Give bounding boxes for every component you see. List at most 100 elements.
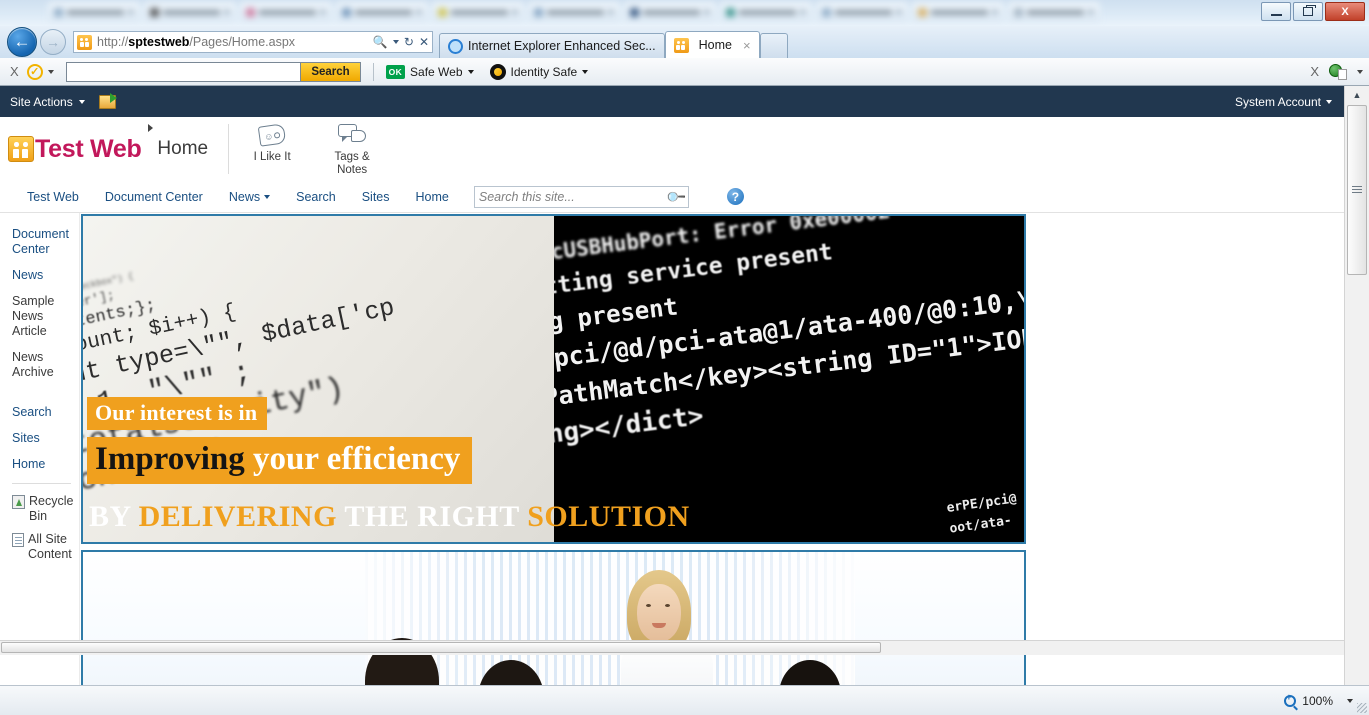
user-menu[interactable]: System Account — [1235, 95, 1332, 109]
sidebar-item-news-archive[interactable]: News Archive — [12, 350, 79, 380]
sidebar-item-sites[interactable]: Sites — [12, 431, 79, 446]
chevron-down-icon — [467, 69, 474, 74]
norton-search-button[interactable]: Search — [300, 62, 360, 81]
chevron-down-icon[interactable] — [1347, 698, 1353, 703]
sharepoint-page: Site Actions System Account Test Web Hom… — [0, 86, 1344, 685]
close-icon[interactable]: ✕ — [419, 35, 429, 49]
chevron-down-icon[interactable] — [392, 40, 399, 44]
topnav-item-document-center[interactable]: Document Center — [92, 190, 216, 204]
main-content: == "checkbox") { number']; contents;}; $… — [80, 213, 1344, 685]
site-header: Test Web Home ☺ I Like It Tags & Notes — [0, 117, 1344, 181]
close-button[interactable]: X — [1325, 2, 1365, 21]
tab-ie-enhanced-security[interactable]: Internet Explorer Enhanced Sec... — [439, 33, 665, 58]
sidebar-item-home[interactable]: Home — [12, 457, 79, 472]
vertical-scrollbar[interactable]: ▲ — [1344, 86, 1369, 685]
banner-paper-photo: == "checkbox") { number']; contents;}; $… — [83, 216, 573, 542]
sidebar-item-all-site-content[interactable]: All Site Content — [12, 532, 79, 562]
search-icon[interactable]: 🔍 — [373, 35, 388, 49]
tab-bar: Internet Explorer Enhanced Sec... Home × — [439, 26, 788, 58]
zoom-level: 100% — [1302, 693, 1333, 708]
url-path: /Pages/Home.aspx — [189, 35, 296, 49]
user-label: System Account — [1234, 94, 1321, 109]
banner-headline-line1: Our interest is in — [87, 397, 268, 430]
headline-part-1: Improving — [95, 441, 245, 477]
headline-word-4: SOLUTION — [527, 500, 690, 533]
site-title[interactable]: Test Web — [35, 135, 142, 164]
help-icon[interactable]: ? — [726, 188, 744, 205]
back-button[interactable]: ← — [7, 27, 37, 57]
site-search-placeholder: Search this site... — [478, 189, 575, 204]
vertical-scrollbar-thumb[interactable] — [1347, 105, 1367, 275]
secondary-banner-image[interactable] — [81, 550, 1026, 685]
banner-screen-photo: ptcUSBHubPort: Error 0xe00002 itting ser… — [553, 216, 1024, 542]
recycle-bin-label: Recycle Bin — [29, 494, 74, 523]
search-icon[interactable]: 🔍 — [664, 185, 687, 208]
hero-banner-image[interactable]: == "checkbox") { number']; contents;}; $… — [81, 214, 1026, 544]
chevron-down-icon[interactable] — [47, 69, 54, 74]
sidebar-item-sample-news-article[interactable]: Sample News Article — [12, 294, 79, 339]
url-text: http://sptestweb/Pages/Home.aspx — [97, 35, 373, 49]
zoom-control[interactable]: 100% — [1284, 692, 1353, 708]
sharepoint-ribbon-bar: Site Actions System Account — [0, 86, 1344, 117]
i-like-it-button[interactable]: ☺ I Like It — [243, 122, 301, 177]
norton-right-close-icon[interactable]: X — [1310, 64, 1319, 79]
background-tab-strip — [0, 0, 1369, 26]
topnav-item-news[interactable]: News — [216, 190, 283, 204]
topnav-label: Document Center — [104, 189, 203, 204]
topnav-item-home[interactable]: Home — [403, 190, 462, 204]
globe-pdf-icon[interactable] — [1329, 63, 1347, 80]
norton-status-icon[interactable]: ✓ — [26, 63, 43, 80]
site-search-box[interactable]: Search this site... 🔍 — [473, 185, 689, 208]
norton-close-icon[interactable]: X — [10, 64, 19, 79]
headline-word-2: DELIVERING — [138, 500, 337, 533]
headline-part-2: is in — [217, 400, 258, 425]
tab-title: Internet Explorer Enhanced Sec... — [468, 39, 656, 53]
tab-home[interactable]: Home × — [664, 31, 760, 58]
scroll-up-arrow-icon[interactable]: ▲ — [1345, 86, 1369, 104]
url-scheme: http:// — [97, 35, 129, 49]
chevron-down-icon — [1326, 99, 1332, 104]
status-bar: 100% — [0, 685, 1369, 715]
restore-button[interactable] — [1293, 2, 1323, 21]
browser-window: X ← → http://sptestweb/Pages/Home.aspx 🔍… — [0, 0, 1369, 715]
topnav-item-test-web[interactable]: Test Web — [14, 190, 92, 204]
site-actions-menu[interactable]: Site Actions — [10, 95, 85, 109]
safe-web-button[interactable]: OK Safe Web — [385, 64, 474, 79]
quick-launch-nav: Document Center News Sample News Article… — [0, 213, 80, 685]
headline-word-3: THE RIGHT — [344, 500, 520, 533]
horizontal-scrollbar[interactable] — [0, 640, 1344, 655]
navigate-up-icon[interactable] — [98, 92, 117, 109]
new-tab-button[interactable] — [759, 33, 788, 58]
identity-safe-button[interactable]: Identity Safe — [489, 63, 589, 80]
headline-part-2: your efficiency — [253, 441, 461, 477]
chevron-down-icon — [582, 69, 589, 74]
window-controls: X — [1261, 2, 1365, 21]
divider — [12, 483, 71, 484]
banner-headline-line3: BY DELIVERING THE RIGHT SOLUTION — [89, 500, 690, 534]
tags-and-notes-button[interactable]: Tags & Notes — [323, 122, 381, 177]
topnav-item-sites[interactable]: Sites — [349, 190, 403, 204]
norton-search-input[interactable] — [66, 62, 301, 81]
minimize-button[interactable] — [1261, 2, 1291, 21]
address-bar-row: ← → http://sptestweb/Pages/Home.aspx 🔍 ↻… — [0, 26, 1369, 76]
resize-grip-icon[interactable] — [1357, 703, 1367, 713]
sidebar-item-search[interactable]: Search — [12, 405, 79, 420]
tags-notes-label-line2: Notes — [337, 163, 368, 176]
topnav-item-search[interactable]: Search — [283, 190, 349, 204]
sharepoint-logo-icon[interactable] — [8, 136, 34, 162]
chevron-down-icon[interactable] — [1357, 69, 1363, 74]
horizontal-scrollbar-thumb[interactable] — [1, 642, 881, 653]
forward-button[interactable]: → — [40, 29, 66, 55]
sidebar-item-news[interactable]: News — [12, 268, 79, 283]
identity-safe-icon — [489, 63, 506, 80]
refresh-icon[interactable]: ↻ — [404, 35, 414, 49]
address-bar[interactable]: http://sptestweb/Pages/Home.aspx 🔍 ↻ ✕ — [73, 31, 433, 53]
sidebar-item-recycle-bin[interactable]: Recycle Bin — [12, 494, 79, 524]
norton-search-box[interactable]: Search — [65, 61, 361, 82]
sidebar-item-document-center[interactable]: Document Center — [12, 227, 79, 257]
tag-smile-icon: ☺ — [243, 122, 301, 148]
top-navigation: Test Web Document Center News Search Sit… — [0, 181, 1344, 213]
sharepoint-icon — [77, 34, 92, 50]
tab-close-icon[interactable]: × — [743, 38, 751, 53]
banner-headline-line2: Improving your efficiency — [87, 437, 473, 484]
